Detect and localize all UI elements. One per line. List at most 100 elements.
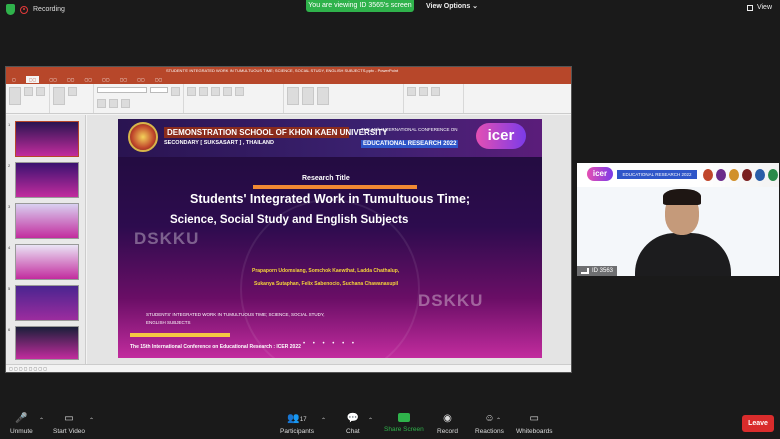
reactions-label: Reactions	[475, 428, 504, 435]
slide-title-line2: Science, Social Study and English Subjec…	[170, 214, 409, 226]
slide: DEMONSTRATION SCHOOL OF KHON KAEN UNIVER…	[118, 119, 542, 358]
icer-logo: icer	[587, 167, 613, 181]
copy-icon	[36, 87, 45, 96]
bold-icon	[171, 87, 180, 96]
recording-indicator[interactable]: Recording	[6, 4, 65, 15]
ribbon-group	[6, 84, 50, 113]
reactions-icon: ☺	[484, 413, 495, 424]
conference-box: THE 15th INTERNATIONAL CONFERENCE ON EDU…	[361, 127, 473, 148]
shapes-icon	[287, 87, 299, 105]
slide-thumbnail: 1	[8, 121, 79, 157]
share-screen-button[interactable]: Share Screen	[384, 413, 424, 433]
view-options-label: View Options	[426, 3, 471, 10]
viewing-banner: You are viewing ID 3565's screen	[306, 0, 414, 12]
video-off-icon: ▭	[64, 413, 74, 424]
start-video-label: Start Video	[53, 428, 86, 435]
chevron-up-icon[interactable]: ⌃	[39, 417, 44, 424]
slide-thumbnail: 6	[8, 326, 79, 360]
signal-icon	[581, 268, 589, 274]
slide-subtext: STUDENTS' INTEGRATED WORK IN TUMULTUOUS …	[146, 312, 325, 325]
partner-logo	[729, 169, 739, 181]
columns-icon	[223, 87, 232, 96]
chevron-up-icon[interactable]: ⌃	[89, 417, 94, 424]
replace-icon	[419, 87, 428, 96]
slide-footer: The 15th International Conference on Edu…	[130, 344, 301, 350]
participants-label: Participants	[280, 428, 314, 435]
watermark-text: DSKKU	[134, 229, 200, 248]
ppt-window-title: STUDENTS' INTEGRATED WORK IN TUMULTUOUS …	[6, 67, 571, 75]
participant-video[interactable]: icer EDUCATIONAL RESEARCH 2022 ID 3563	[577, 163, 779, 276]
arrange-icon	[302, 87, 314, 105]
unmute-button[interactable]: 🎤 Unmute	[10, 413, 33, 435]
slide-thumbnail: 4	[8, 244, 79, 280]
slide-thumbnails: 1 2 3 4 5 6	[6, 115, 86, 366]
person-hair	[663, 189, 701, 205]
slide-thumbnail: 3	[8, 203, 79, 239]
italic-icon	[97, 99, 106, 108]
ribbon-group	[184, 84, 284, 113]
select-icon	[431, 87, 440, 96]
chat-icon: 💬	[346, 413, 360, 424]
research-title-label: Research Title	[302, 175, 350, 182]
record-icon	[20, 5, 28, 14]
school-logo	[128, 122, 158, 152]
new-slide-icon	[53, 87, 65, 105]
slide-thumbnail: 5	[8, 285, 79, 321]
quick-styles-icon	[317, 87, 329, 105]
person-body	[635, 233, 731, 276]
shield-icon	[6, 4, 15, 15]
zoom-window: Recording You are viewing ID 3565's scre…	[0, 0, 780, 439]
ppt-ribbon	[6, 84, 571, 114]
school-subtitle: SECONDARY [ SUKSASART ] , THAILAND	[164, 140, 275, 146]
ppt-tab: ▢▢	[84, 77, 93, 82]
slide-canvas: DEMONSTRATION SCHOOL OF KHON KAEN UNIVER…	[87, 115, 571, 366]
participant-name: ID 3563	[592, 268, 614, 274]
ppt-tab-active: ▢▢	[25, 76, 40, 83]
chevron-up-icon[interactable]: ⌃	[321, 417, 326, 424]
cut-icon	[24, 87, 33, 96]
view-label: View	[756, 4, 772, 11]
share-screen-icon	[397, 413, 410, 422]
share-screen-label: Share Screen	[384, 426, 424, 433]
find-icon	[407, 87, 416, 96]
record-icon: ◉	[443, 413, 452, 424]
icer-logo: icer	[476, 123, 526, 149]
virtual-background-banner: icer EDUCATIONAL RESEARCH 2022	[577, 163, 779, 187]
partner-logos	[703, 169, 778, 181]
font-color-icon	[121, 99, 130, 108]
ppt-tab: ▢▢	[66, 77, 75, 82]
shared-screen: STUDENTS' INTEGRATED WORK IN TUMULTUOUS …	[5, 66, 572, 373]
leave-button[interactable]: Leave	[742, 415, 774, 432]
partner-logo	[768, 169, 778, 181]
chevron-up-icon[interactable]: ⌃	[496, 417, 501, 424]
participants-icon: 👥17	[287, 413, 307, 424]
conference-top: THE 15th INTERNATIONAL CONFERENCE ON	[361, 127, 458, 132]
title-divider	[253, 185, 417, 189]
school-name: DEMONSTRATION SCHOOL OF KHON KAEN UNIVER…	[164, 127, 388, 138]
conference-banner: EDUCATIONAL RESEARCH 2022	[617, 170, 697, 179]
unmute-label: Unmute	[10, 428, 33, 435]
view-options-button[interactable]: View Options ⌄	[426, 2, 478, 10]
font-size-box	[150, 87, 168, 93]
ribbon-group	[50, 84, 94, 113]
chat-button[interactable]: 💬 Chat	[346, 413, 360, 435]
ppt-status-bar: ▢ ▢ ▢ ▢ ▢ ▢ ▢ ▢	[6, 364, 571, 372]
ppt-tab: ▢▢	[119, 77, 128, 82]
footer-divider	[130, 333, 230, 337]
underline-icon	[109, 99, 118, 108]
align-icon	[211, 87, 220, 96]
authors-line1: Prapaporn Udomsiang, Somchok Kaewthat, L…	[252, 268, 400, 274]
start-video-button[interactable]: ▭ Start Video	[53, 413, 85, 435]
ppt-ribbon-tabs: ▢ ▢▢ ▢▢ ▢▢ ▢▢ ▢▢ ▢▢ ▢▢ ▢▢	[6, 75, 571, 84]
layout-icon	[68, 87, 77, 96]
paste-icon	[9, 87, 21, 105]
participants-button[interactable]: 👥17 Participants	[280, 413, 314, 435]
record-button[interactable]: ◉ Record	[437, 413, 458, 435]
partner-logo	[742, 169, 752, 181]
view-button[interactable]: View	[746, 4, 772, 11]
whiteboards-button[interactable]: ▭ Whiteboards	[516, 413, 553, 435]
top-bar: Recording You are viewing ID 3565's scre…	[0, 0, 780, 20]
chevron-up-icon[interactable]: ⌃	[368, 417, 373, 424]
slide-title-line1: Students' Integrated Work in Tumultuous …	[190, 192, 471, 206]
participant-name-tag: ID 3563	[577, 266, 618, 276]
